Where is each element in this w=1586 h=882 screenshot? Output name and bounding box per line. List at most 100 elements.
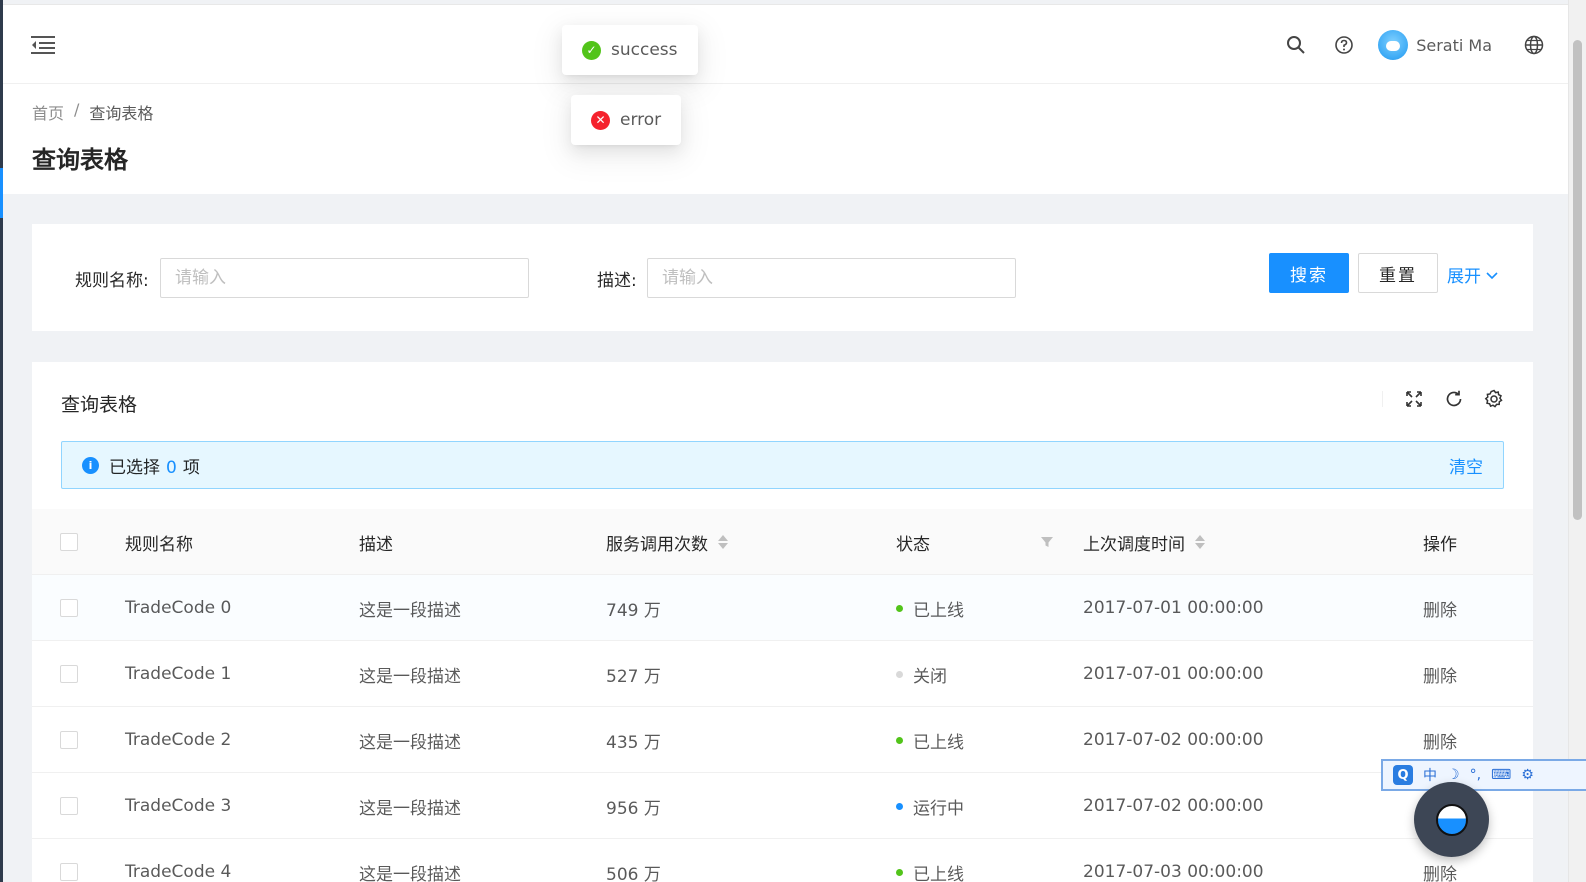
table-title: 查询表格 — [61, 394, 138, 416]
row-checkbox[interactable] — [60, 863, 78, 881]
question-circle-icon[interactable] — [1320, 5, 1368, 85]
expand-link[interactable]: 展开 — [1447, 262, 1499, 287]
table-toolbar — [1382, 388, 1505, 410]
setting-icon[interactable] — [1483, 388, 1505, 410]
breadcrumb: 首页 / 查询表格 — [32, 100, 153, 124]
selection-text: 已选择 0 项 — [109, 453, 200, 478]
table-row[interactable]: TradeCode 4 这是一段描述 506 万 已上线 2017-07-03 … — [32, 839, 1533, 882]
status-dot — [896, 670, 903, 678]
status-label: 运行中 — [913, 798, 964, 819]
status-label: 关闭 — [913, 666, 947, 687]
rule-name-input[interactable] — [160, 258, 529, 298]
filter-icon[interactable] — [1040, 509, 1054, 575]
fullscreen-icon[interactable] — [1403, 388, 1425, 410]
cell-name: TradeCode 0 — [125, 598, 232, 618]
column-header-name: 规则名称 — [125, 534, 193, 555]
success-message: ✓ success — [562, 25, 698, 75]
keyboard-icon[interactable]: ⌨ — [1491, 767, 1511, 783]
desc-input[interactable] — [647, 258, 1016, 298]
scrollbar-thumb[interactable] — [1573, 40, 1582, 520]
info-circle-icon: i — [82, 456, 99, 474]
delete-link[interactable]: 删除 — [1423, 860, 1457, 882]
success-message-text: success — [611, 40, 678, 60]
table-card: 查询表格 i 已选择 0 项 清空 规则名称 描述 服务调用次数 状态 上次调度… — [32, 362, 1533, 882]
check-circle-icon: ✓ — [582, 40, 601, 60]
assistant-icon — [1435, 803, 1468, 836]
floating-assistant-button[interactable] — [1414, 782, 1489, 857]
ime-logo-icon[interactable]: Q — [1393, 765, 1413, 785]
expand-label: 展开 — [1447, 267, 1481, 287]
status-dot — [896, 604, 903, 612]
avatar — [1378, 30, 1409, 60]
table-row[interactable]: TradeCode 0 这是一段描述 749 万 已上线 2017-07-01 … — [32, 575, 1533, 641]
cell-updated: 2017-07-03 00:00:00 — [1083, 862, 1264, 882]
row-checkbox[interactable] — [60, 797, 78, 815]
row-checkbox-cell — [60, 641, 78, 707]
error-message-text: error — [620, 110, 662, 130]
cell-calls: 749 万 — [606, 600, 661, 621]
cell-action: 删除 — [1423, 575, 1457, 641]
toolbox-icon[interactable]: ⚙ — [1521, 767, 1534, 783]
select-all-checkbox[interactable] — [60, 533, 78, 551]
delete-link[interactable]: 删除 — [1423, 662, 1457, 687]
cell-calls: 506 万 — [606, 864, 661, 882]
table-row[interactable]: TradeCode 1 这是一段描述 527 万 关闭 2017-07-01 0… — [32, 641, 1533, 707]
sort-icon[interactable] — [718, 535, 728, 549]
scrollbar[interactable] — [1568, 0, 1586, 882]
moon-icon[interactable]: ☽ — [1447, 767, 1460, 783]
row-checkbox[interactable] — [60, 665, 78, 683]
column-header-action: 操作 — [1423, 534, 1457, 555]
table-row[interactable]: TradeCode 2 这是一段描述 435 万 已上线 2017-07-02 … — [32, 707, 1533, 773]
header-tools: Serati Ma — [1272, 5, 1558, 85]
breadcrumb-current: 查询表格 — [89, 104, 154, 123]
sort-icon[interactable] — [1195, 535, 1205, 549]
globe-icon[interactable] — [1510, 5, 1558, 85]
menu-fold-icon[interactable] — [31, 35, 55, 55]
ime-language[interactable]: 中 — [1423, 765, 1437, 785]
row-checkbox[interactable] — [60, 599, 78, 617]
column-header-updated[interactable]: 上次调度时间 — [1083, 509, 1205, 575]
column-header-updated-label: 上次调度时间 — [1083, 534, 1185, 555]
selection-count: 0 — [166, 457, 177, 478]
table-row[interactable]: TradeCode 3 这是一段描述 956 万 运行中 2017-07-02 … — [32, 773, 1533, 839]
toolbar-divider — [1382, 391, 1383, 407]
status-dot — [896, 868, 903, 876]
cell-action: 删除 — [1423, 641, 1457, 707]
row-checkbox-cell — [60, 839, 78, 882]
ime-toolbar[interactable]: Q 中 ☽ °, ⌨ ⚙ — [1381, 759, 1586, 791]
clear-selection-link[interactable]: 清空 — [1449, 453, 1483, 478]
cell-name: TradeCode 2 — [125, 730, 232, 750]
punctuation-icon[interactable]: °, — [1470, 767, 1481, 783]
status-dot — [896, 802, 903, 810]
header-checkbox-cell — [60, 509, 78, 575]
search-button[interactable]: 搜索 — [1269, 253, 1349, 293]
reload-icon[interactable] — [1443, 388, 1465, 410]
cell-updated: 2017-07-01 00:00:00 — [1083, 598, 1264, 618]
page-title: 查询表格 — [32, 146, 128, 174]
status-label: 已上线 — [913, 600, 964, 621]
delete-link[interactable]: 删除 — [1423, 728, 1457, 753]
row-checkbox-cell — [60, 707, 78, 773]
user-menu[interactable]: Serati Ma — [1368, 5, 1510, 85]
chevron-down-icon — [1486, 271, 1498, 279]
selection-prefix: 已选择 — [109, 457, 160, 478]
row-checkbox[interactable] — [60, 731, 78, 749]
reset-button[interactable]: 重置 — [1358, 253, 1438, 293]
selection-suffix: 项 — [182, 457, 200, 478]
breadcrumb-home[interactable]: 首页 — [32, 100, 64, 124]
column-header-calls[interactable]: 服务调用次数 — [606, 509, 728, 575]
cell-calls: 527 万 — [606, 666, 661, 687]
column-header-desc: 描述 — [359, 534, 393, 555]
breadcrumb-separator: / — [74, 100, 80, 119]
delete-link[interactable]: 删除 — [1423, 596, 1457, 621]
cell-status: 已上线 — [896, 707, 964, 773]
cell-updated: 2017-07-01 00:00:00 — [1083, 664, 1264, 684]
search-icon[interactable] — [1272, 5, 1320, 85]
cell-status: 已上线 — [896, 839, 964, 882]
error-message: ✕ error — [571, 95, 682, 145]
data-table: 规则名称 描述 服务调用次数 状态 上次调度时间 操作 TradeCode 0 … — [32, 509, 1533, 882]
cell-status: 关闭 — [896, 641, 947, 707]
table-header-row: 规则名称 描述 服务调用次数 状态 上次调度时间 操作 — [32, 509, 1533, 575]
column-header-status: 状态 — [896, 534, 930, 555]
selection-alert: i 已选择 0 项 清空 — [61, 441, 1504, 489]
